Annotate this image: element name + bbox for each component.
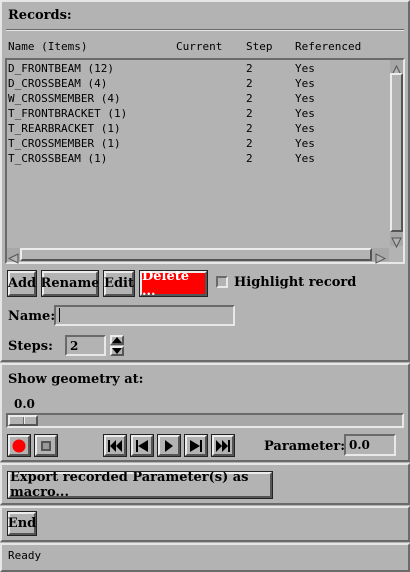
- step-back-icon: [136, 439, 148, 452]
- export-macro-button[interactable]: Export recorded Parameter(s) as macro...: [7, 470, 273, 500]
- record-icon: [12, 439, 26, 452]
- slider-handle-groove: [23, 417, 25, 424]
- play-button[interactable]: [157, 434, 181, 457]
- row-name: T_FRONTBRACKET (1): [8, 107, 128, 120]
- first-frame-button[interactable]: [103, 434, 127, 457]
- horizontal-scroll-thumb[interactable]: [20, 248, 372, 261]
- records-title: Records:: [8, 8, 72, 23]
- column-header-current[interactable]: Current: [176, 40, 222, 53]
- table-row[interactable]: W_CROSSMEMBER (4) 2 Yes: [7, 92, 379, 107]
- slider-handle[interactable]: [8, 415, 38, 426]
- stop-icon: [41, 440, 51, 451]
- name-input[interactable]: [54, 305, 235, 326]
- vertical-scroll-thumb[interactable]: [390, 73, 403, 232]
- table-row[interactable]: D_FRONTBEAM (12) 2 Yes: [7, 62, 379, 77]
- add-button[interactable]: Add: [7, 270, 37, 297]
- table-row[interactable]: T_CROSSMEMBER (1) 2 Yes: [7, 137, 379, 152]
- row-referenced: Yes: [295, 92, 315, 105]
- slider-value: 0.0: [14, 397, 35, 411]
- scroll-left-arrow-icon[interactable]: [7, 249, 19, 264]
- skip-to-start-icon: [108, 439, 122, 452]
- records-list-body: D_FRONTBEAM (12) 2 Yes D_CROSSBEAM (4) 2…: [7, 62, 389, 246]
- records-list[interactable]: D_FRONTBEAM (12) 2 Yes D_CROSSBEAM (4) 2…: [5, 58, 405, 264]
- table-row[interactable]: T_CROSSBEAM (1) 2 Yes: [7, 152, 379, 167]
- skip-to-end-icon: [216, 439, 230, 452]
- row-step: 2: [246, 122, 253, 135]
- end-button[interactable]: End: [7, 511, 37, 536]
- row-referenced: Yes: [295, 107, 315, 120]
- highlight-record-label: Highlight record: [234, 275, 357, 290]
- status-bar: Ready: [0, 543, 410, 572]
- scroll-up-arrow-icon[interactable]: [391, 61, 402, 76]
- record-button[interactable]: [7, 434, 31, 457]
- horizontal-scrollbar[interactable]: [7, 248, 389, 264]
- row-referenced: Yes: [295, 152, 315, 165]
- step-back-button[interactable]: [130, 434, 154, 457]
- table-row[interactable]: T_FRONTBRACKET (1) 2 Yes: [7, 107, 379, 122]
- row-step: 2: [246, 62, 253, 75]
- row-referenced: Yes: [295, 122, 315, 135]
- rename-button[interactable]: Rename: [41, 270, 100, 297]
- row-name: T_REARBRACKET (1): [8, 122, 121, 135]
- last-frame-button[interactable]: [211, 434, 235, 457]
- scroll-down-arrow-icon[interactable]: [391, 233, 402, 249]
- step-forward-icon: [190, 439, 202, 452]
- steps-input[interactable]: 2: [65, 335, 106, 356]
- parameter-label: Parameter:: [264, 439, 346, 454]
- geometry-slider[interactable]: [6, 413, 404, 428]
- steps-spinner[interactable]: [110, 335, 124, 356]
- row-referenced: Yes: [295, 77, 315, 90]
- table-row[interactable]: D_CROSSBEAM (4) 2 Yes: [7, 77, 379, 92]
- vertical-scrollbar[interactable]: [390, 60, 403, 249]
- row-step: 2: [246, 77, 253, 90]
- delete-button[interactable]: Delete ...: [139, 269, 208, 299]
- scroll-right-arrow-icon[interactable]: [375, 249, 387, 264]
- edit-button[interactable]: Edit: [103, 270, 135, 297]
- end-panel: [0, 506, 410, 542]
- name-label: Name:: [8, 309, 56, 324]
- play-icon: [165, 439, 173, 452]
- column-header-name[interactable]: Name (Items): [8, 40, 87, 53]
- row-referenced: Yes: [295, 137, 315, 150]
- records-separator: [6, 29, 404, 31]
- steps-label: Steps:: [8, 339, 53, 354]
- row-step: 2: [246, 92, 253, 105]
- spinner-down-icon[interactable]: [110, 346, 124, 356]
- stop-button[interactable]: [34, 434, 58, 457]
- row-name: D_FRONTBEAM (12): [8, 62, 114, 75]
- row-referenced: Yes: [295, 62, 315, 75]
- row-name: W_CROSSMEMBER (4): [8, 92, 121, 105]
- column-header-step[interactable]: Step: [246, 40, 273, 53]
- row-step: 2: [246, 137, 253, 150]
- row-name: T_CROSSBEAM (1): [8, 152, 108, 165]
- text-cursor: [59, 308, 60, 322]
- spinner-up-icon[interactable]: [110, 335, 124, 345]
- row-step: 2: [246, 152, 253, 165]
- row-step: 2: [246, 107, 253, 120]
- step-forward-button[interactable]: [184, 434, 208, 457]
- row-name: T_CROSSMEMBER (1): [8, 137, 121, 150]
- column-header-referenced[interactable]: Referenced: [295, 40, 361, 53]
- parameter-input[interactable]: 0.0: [344, 434, 396, 456]
- status-text: Ready: [8, 549, 42, 562]
- table-row[interactable]: T_REARBRACKET (1) 2 Yes: [7, 122, 379, 137]
- row-name: D_CROSSBEAM (4): [8, 77, 108, 90]
- highlight-record-checkbox[interactable]: [216, 276, 228, 288]
- geometry-title: Show geometry at:: [8, 372, 144, 387]
